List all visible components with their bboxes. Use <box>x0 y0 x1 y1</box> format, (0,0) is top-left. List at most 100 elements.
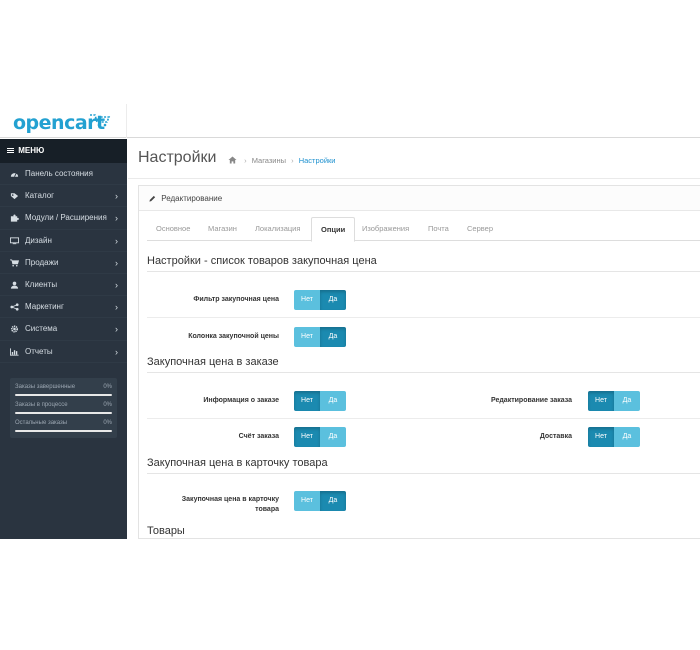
toggle-yes[interactable]: Да <box>320 491 346 511</box>
sidebar-item-label: Дизайн <box>25 235 52 245</box>
stat-percent: 0% <box>103 384 112 390</box>
section-divider <box>147 473 700 474</box>
stat-percent: 0% <box>103 402 112 408</box>
field-label: Колонка закупочной цены <box>188 333 279 340</box>
sidebar-item-extensions[interactable]: Модули / Расширения › <box>0 207 127 230</box>
breadcrumb-settings[interactable]: Настройки <box>299 156 336 165</box>
section-divider <box>147 372 700 373</box>
stat-percent: 0% <box>103 420 112 426</box>
sidebar-item-label: Система <box>25 324 58 334</box>
stat-progress-bar <box>15 430 112 432</box>
order-stats: Заказы завершенные 0% Заказы в процессе … <box>10 378 117 438</box>
chevron-right-icon: › <box>115 346 118 357</box>
toggle-yes[interactable]: Да <box>614 427 640 447</box>
sidebar-item-design[interactable]: Дизайн › <box>0 230 127 252</box>
toggle-no[interactable]: Нет <box>294 427 320 447</box>
menu-icon <box>7 147 14 154</box>
sidebar-item-catalog[interactable]: Каталог › <box>0 185 127 208</box>
monitor-icon <box>10 236 19 244</box>
sidebar-item-marketing[interactable]: Маркетинг › <box>0 296 127 319</box>
column-purchase-price-toggle[interactable]: Нет Да <box>294 327 346 347</box>
sidebar-item-label: Клиенты <box>25 279 58 289</box>
sidebar-item-dashboard[interactable]: Панель состояния <box>0 163 127 186</box>
sidebar-item-label: Каталог <box>25 191 55 201</box>
sidebar-item-system[interactable]: Система › <box>0 318 127 341</box>
sidebar-item-label: Модули / Расширения <box>25 213 107 223</box>
home-icon[interactable] <box>228 156 237 164</box>
chevron-right-icon: › <box>115 279 118 290</box>
chevron-right-icon: › <box>115 213 118 224</box>
breadcrumb-separator: › <box>291 156 294 165</box>
toggle-yes[interactable]: Да <box>320 327 346 347</box>
logo[interactable]: opencart <box>0 104 127 138</box>
user-icon <box>10 281 19 289</box>
main-content: Настройки › Магазины › Настройки Редакти… <box>128 139 700 539</box>
chevron-right-icon: › <box>115 191 118 202</box>
sidebar-item-label: Продажи <box>25 257 59 267</box>
field-label: Информация о заказе <box>203 397 279 404</box>
toggle-no[interactable]: Нет <box>294 290 320 310</box>
chevron-right-icon: › <box>115 235 118 246</box>
chevron-right-icon: › <box>115 257 118 268</box>
row-divider <box>147 317 700 318</box>
toggle-yes[interactable]: Да <box>320 391 346 411</box>
panel-heading: Редактирование <box>139 186 700 211</box>
page-header: Настройки › Магазины › Настройки <box>128 139 700 179</box>
breadcrumb-stores[interactable]: Магазины <box>252 156 286 165</box>
section-divider <box>147 271 700 272</box>
stat-label: Остальные заказы <box>15 420 68 426</box>
tag-icon <box>10 193 19 200</box>
toggle-no[interactable]: Нет <box>294 391 320 411</box>
toggle-yes[interactable]: Да <box>320 427 346 447</box>
share-icon <box>10 303 19 311</box>
shipping-toggle[interactable]: Нет Да <box>588 427 640 447</box>
tab-server[interactable]: Сервер <box>458 217 502 241</box>
sidebar-item-label: Панель состояния <box>25 169 93 178</box>
stat-label: Заказы в процессе <box>15 402 68 408</box>
toggle-no[interactable]: Нет <box>588 427 614 447</box>
toggle-no[interactable]: Нет <box>294 327 320 347</box>
stat-completed: Заказы завершенные 0% <box>15 382 112 400</box>
sidebar-item-customers[interactable]: Клиенты › <box>0 274 127 297</box>
toggle-no[interactable]: Нет <box>294 491 320 511</box>
order-edit-toggle[interactable]: Нет Да <box>588 391 640 411</box>
sidebar-item-label: Маркетинг <box>25 302 64 312</box>
page-title: Настройки <box>138 149 217 166</box>
menu-title: МЕНЮ <box>18 146 45 155</box>
stat-progress-bar <box>15 394 112 396</box>
breadcrumb-separator: › <box>244 156 247 165</box>
field-label: Редактирование заказа <box>490 397 572 404</box>
tab-images[interactable]: Изображения <box>353 217 418 241</box>
product-card-toggle[interactable]: Нет Да <box>294 491 346 511</box>
sidebar-item-sales[interactable]: Продажи › <box>0 252 127 274</box>
section-title: Закупочная цена в заказе <box>147 356 279 368</box>
field-label: Счёт заказа <box>238 433 279 440</box>
top-header: opencart <box>0 104 700 138</box>
gear-icon <box>10 325 19 333</box>
chevron-right-icon: › <box>115 324 118 335</box>
tab-mail[interactable]: Почта <box>419 217 458 241</box>
field-label: Доставка <box>539 433 572 440</box>
section-title: Закупочная цена в карточку товара <box>147 457 328 469</box>
breadcrumb: › Магазины › Настройки <box>228 156 335 165</box>
sidebar-item-reports[interactable]: Отчеты › <box>0 341 127 363</box>
toggle-yes[interactable]: Да <box>614 391 640 411</box>
bar-chart-icon <box>10 347 19 356</box>
order-info-toggle[interactable]: Нет Да <box>294 391 346 411</box>
menu-toggle[interactable]: МЕНЮ <box>0 139 127 163</box>
settings-tabs: Основное Магазин Локализация Опции Изобр… <box>147 217 700 242</box>
chevron-right-icon: › <box>115 302 118 313</box>
stat-processing: Заказы в процессе 0% <box>15 400 112 418</box>
tab-localisation[interactable]: Локализация <box>246 217 309 241</box>
toggle-yes[interactable]: Да <box>320 290 346 310</box>
toggle-no[interactable]: Нет <box>588 391 614 411</box>
stat-label: Заказы завершенные <box>15 384 76 390</box>
tab-general[interactable]: Основное <box>147 217 199 241</box>
sidebar: МЕНЮ Панель состояния Каталог › Модули /… <box>0 139 127 539</box>
filter-purchase-price-toggle[interactable]: Нет Да <box>294 290 346 310</box>
field-label: Закупочная цена в карточку товара <box>181 496 279 513</box>
panel-title: Редактирование <box>161 194 223 203</box>
tab-store[interactable]: Магазин <box>199 217 246 241</box>
tab-options[interactable]: Опции <box>311 217 356 242</box>
invoice-toggle[interactable]: Нет Да <box>294 427 346 447</box>
